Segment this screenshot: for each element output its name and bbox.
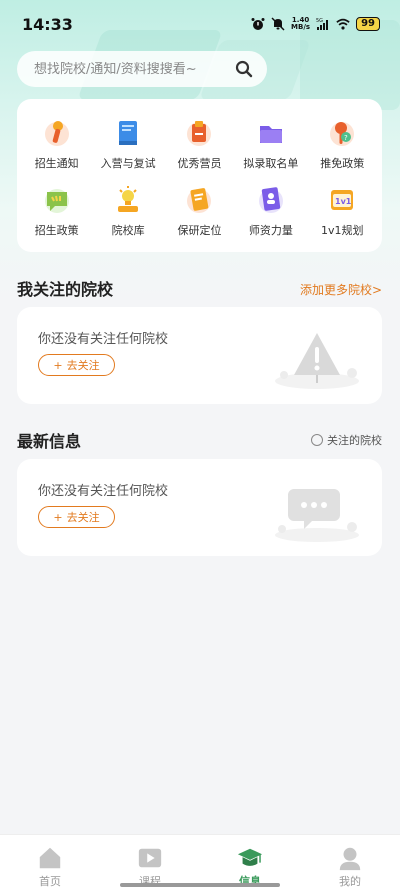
shortcut-admission-policy[interactable]: 招生政策 — [21, 178, 92, 245]
svg-text:1v1: 1v1 — [335, 197, 352, 206]
shortcut-grid: 招生通知 入营与复试 优秀营员 拟录取名单 ? 推免政策 招生政策 院校库 保研… — [17, 99, 382, 252]
latest-empty-text: 你还没有关注任何院校 — [38, 484, 169, 499]
person-icon — [339, 847, 361, 871]
plus-icon: + — [53, 358, 63, 372]
search-input[interactable] — [34, 61, 224, 77]
shortcut-admission-list[interactable]: 拟录取名单 — [235, 111, 306, 178]
latest-follow-button[interactable]: + 去关注 — [38, 506, 115, 528]
battery-indicator: 99 — [356, 17, 380, 31]
chat-bubble-icon — [44, 188, 69, 213]
video-icon — [138, 848, 162, 868]
my-schools-follow-button[interactable]: + 去关注 — [38, 354, 115, 376]
my-schools-empty-text: 你还没有关注任何院校 — [38, 332, 169, 347]
message-illustration — [275, 489, 359, 542]
tab-mine[interactable]: 我的 — [300, 835, 400, 889]
profile-card-icon — [258, 187, 283, 213]
mute-bell-icon — [271, 17, 285, 31]
shortcut-camp-retest[interactable]: 入营与复试 — [92, 111, 163, 178]
wifi-icon — [336, 18, 350, 30]
shortcut-excellent-campers[interactable]: 优秀营员 — [164, 111, 235, 178]
status-bar: 14:33 1.40 MB/s 5G 99 — [0, 0, 400, 48]
tab-info[interactable]: 信息 — [200, 835, 300, 889]
home-indicator — [120, 883, 280, 887]
search-bar[interactable] — [17, 51, 267, 87]
notebook-icon — [187, 187, 212, 213]
shortcut-admission-notice[interactable]: 招生通知 — [21, 111, 92, 178]
shortcut-faculty[interactable]: 师资力量 — [235, 178, 306, 245]
folder-icon — [259, 126, 282, 144]
my-schools-card: 你还没有关注任何院校 + 去关注 — [17, 307, 382, 404]
lightbulb-icon — [118, 185, 139, 212]
add-more-schools-link[interactable]: 添加更多院校> — [300, 281, 382, 298]
magnifier-icon: ? — [330, 122, 355, 147]
shortcut-recommend-position[interactable]: 保研定位 — [164, 178, 235, 245]
followed-schools-filter[interactable]: 关注的院校 — [311, 432, 382, 448]
alarm-icon — [251, 18, 265, 30]
microphone-icon — [44, 121, 69, 147]
svg-text:5G: 5G — [316, 18, 323, 24]
shortcut-school-library[interactable]: 院校库 — [92, 178, 163, 245]
my-schools-title: 我关注的院校 — [17, 280, 114, 299]
search-icon[interactable] — [235, 60, 253, 78]
tab-home[interactable]: 首页 — [0, 835, 100, 889]
shortcut-recommend-policy[interactable]: ? 推免政策 — [307, 111, 378, 178]
medal-card-icon — [187, 121, 212, 147]
radio-icon[interactable] — [311, 434, 323, 446]
latest-info-card: 你还没有关注任何院校 + 去关注 — [17, 459, 382, 556]
shortcut-1v1-plan[interactable]: 1v1 1v1规划 — [307, 178, 378, 245]
tab-courses[interactable]: 课程 — [100, 835, 200, 889]
latest-info-title: 最新信息 — [17, 432, 82, 451]
net-speed: 1.40 MB/s — [291, 16, 311, 31]
book-icon — [119, 121, 138, 146]
bottom-tab-bar: 首页 课程 信息 我的 — [0, 834, 400, 889]
signal-icon: 5G — [316, 18, 329, 30]
status-time: 14:33 — [22, 14, 73, 34]
plus-icon: + — [53, 510, 63, 524]
calendar-1v1-icon: 1v1 — [331, 189, 354, 210]
svg-text:?: ? — [344, 134, 348, 142]
home-icon — [39, 847, 61, 869]
warning-illustration — [275, 333, 359, 389]
graduation-cap-icon — [237, 848, 263, 866]
